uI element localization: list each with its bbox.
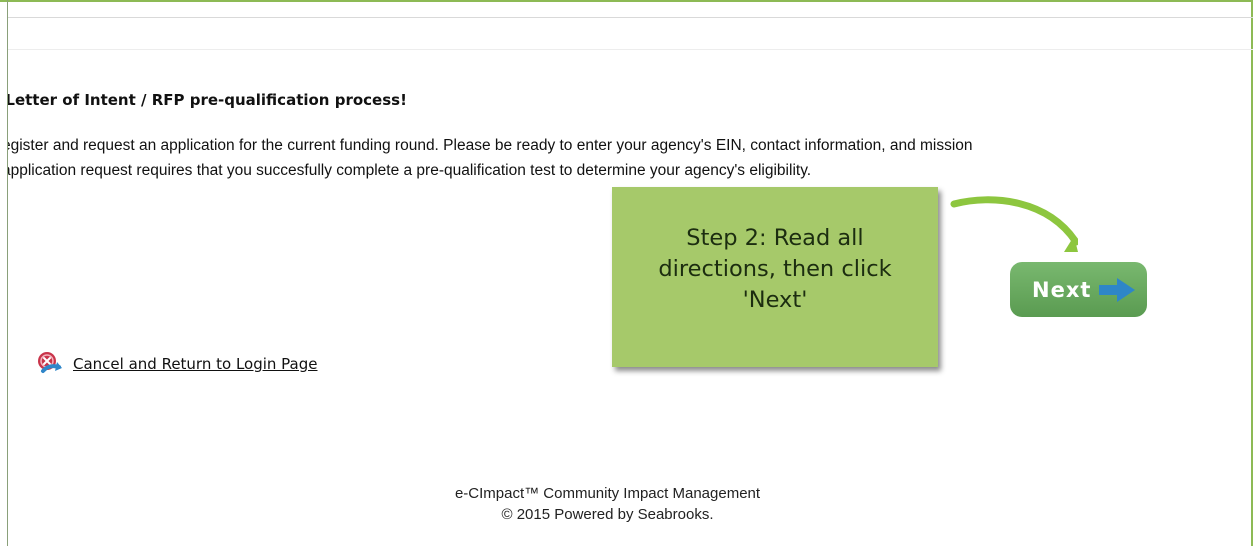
page-footer: e-CImpact™ Community Impact Management ©… [0, 483, 1255, 525]
next-button[interactable]: Next [1010, 262, 1147, 317]
right-arrow-icon [1099, 277, 1136, 302]
step-callout-text: Step 2: Read all directions, then click … [658, 224, 892, 313]
footer-product-line: e-CImpact™ Community Impact Management [454, 485, 761, 502]
instructions-line-1: egister and request an application for t… [8, 137, 973, 154]
curved-pointer-arrow-icon [950, 196, 1078, 252]
cancel-return-link[interactable]: Cancel and Return to Login Page [35, 349, 318, 379]
cancel-return-label[interactable]: Cancel and Return to Login Page [73, 355, 318, 373]
instructions-line-2: application request requires that you su… [8, 162, 812, 179]
step-callout: Step 2: Read all directions, then click … [612, 187, 938, 367]
next-button-label: Next [1032, 277, 1092, 302]
page-heading: e Letter of Intent / RFP pre-qualificati… [8, 91, 407, 109]
footer-copyright-line: © 2015 Powered by Seabrooks. [501, 506, 714, 523]
instructions-paragraph: egister and request an application for t… [8, 133, 1251, 183]
cancel-return-icon [38, 352, 62, 373]
